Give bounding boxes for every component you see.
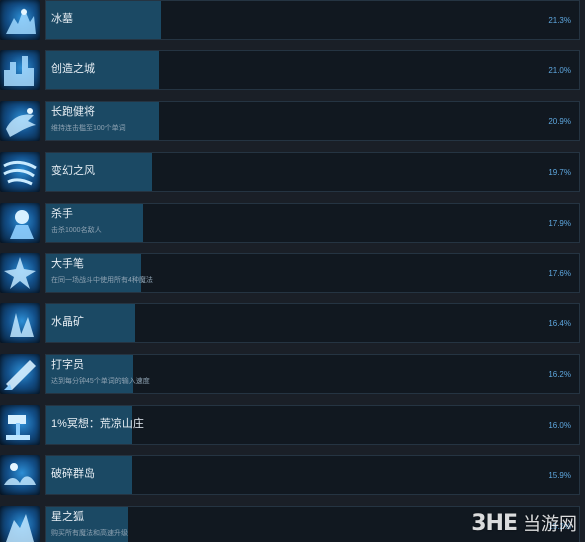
achievement-panel: 变幻之风 19.7%	[45, 152, 580, 192]
achievement-name: 破碎群岛	[51, 468, 95, 480]
ice-tomb-icon	[0, 0, 40, 40]
unlock-percentage: 16.2%	[548, 370, 571, 379]
achievement-row[interactable]: 打字员达到每分钟45个单词的输入速度 16.2%	[0, 354, 585, 404]
watermark-logo: 3HE 当游网	[471, 510, 577, 536]
achievement-row[interactable]: 长跑健将维持连击槛至100个单词 20.9%	[0, 101, 585, 151]
achievement-description: 维持连击槛至100个单词	[51, 125, 126, 132]
achievement-description: 击杀1000名敌人	[51, 227, 102, 234]
killer-icon	[0, 203, 40, 243]
achievement-name: 创造之城	[51, 63, 95, 75]
achievement-row[interactable]: 杀手击杀1000名敌人 17.9%	[0, 203, 585, 253]
watermark-site: 当游网	[523, 514, 577, 534]
star-fox-icon	[0, 506, 40, 542]
achievement-panel: 长跑健将维持连击槛至100个单词 20.9%	[45, 101, 580, 141]
achievement-panel: 杀手击杀1000名敌人 17.9%	[45, 203, 580, 243]
achievement-name: 大手笔	[51, 258, 84, 270]
crystal-mine-icon	[0, 303, 40, 343]
unlock-percentage: 17.6%	[548, 269, 571, 278]
achievement-panel: 创造之城 21.0%	[45, 50, 580, 90]
watermark-brand: 3HE	[471, 510, 518, 536]
achievement-description: 达到每分钟45个单词的输入速度	[51, 378, 150, 385]
achievement-name: 冰墓	[51, 13, 73, 25]
achievement-name: 打字员	[51, 359, 84, 371]
achievement-row[interactable]: 冰墓 21.3%	[0, 0, 585, 50]
achievement-name: 水晶矿	[51, 316, 84, 328]
achievement-row[interactable]: 变幻之风 19.7%	[0, 152, 585, 202]
unlock-percentage: 17.9%	[548, 219, 571, 228]
achievement-row[interactable]: 大手笔在同一场战斗中使用所有4种魔法 17.6%	[0, 253, 585, 303]
achievement-panel: 水晶矿 16.4%	[45, 303, 580, 343]
achievement-description: 购买所有魔法和高速升级	[51, 530, 128, 537]
achievement-name: 杀手	[51, 208, 73, 220]
unlock-percentage: 20.9%	[548, 117, 571, 126]
typist-icon	[0, 354, 40, 394]
achievement-panel: 打字员达到每分钟45个单词的输入速度 16.2%	[45, 354, 580, 394]
unlock-percentage: 16.0%	[548, 421, 571, 430]
unlock-percentage: 21.3%	[548, 16, 571, 25]
achievement-panel: 1%冥想：荒凉山庄 16.0%	[45, 405, 580, 445]
achievement-panel: 冰墓 21.3%	[45, 0, 580, 40]
achievement-name: 变幻之风	[51, 165, 95, 177]
achievement-name: 1%冥想：荒凉山庄	[51, 418, 144, 430]
unlock-percentage: 16.4%	[548, 319, 571, 328]
achievement-row[interactable]: 水晶矿 16.4%	[0, 303, 585, 353]
achievement-description: 在同一场战斗中使用所有4种魔法	[51, 277, 153, 284]
unlock-percentage: 19.7%	[548, 168, 571, 177]
runner-icon	[0, 101, 40, 141]
achievement-name: 星之狐	[51, 511, 84, 523]
hammer-icon	[0, 405, 40, 445]
islands-icon	[0, 455, 40, 495]
achievement-panel: 大手笔在同一场战斗中使用所有4种魔法 17.6%	[45, 253, 580, 293]
city-icon	[0, 50, 40, 90]
wind-icon	[0, 152, 40, 192]
achievement-name: 长跑健将	[51, 106, 95, 118]
magic-icon	[0, 253, 40, 293]
achievement-row[interactable]: 破碎群岛 15.9%	[0, 455, 585, 505]
achievement-row[interactable]: 1%冥想：荒凉山庄 16.0%	[0, 405, 585, 455]
achievement-row[interactable]: 创造之城 21.0%	[0, 50, 585, 100]
achievement-list: 冰墓 21.3% 创造之城 21.0% 长跑健将维持连击槛至100个单词 20.9% 变幻之…	[0, 0, 585, 542]
achievement-panel: 破碎群岛 15.9%	[45, 455, 580, 495]
unlock-percentage: 15.9%	[548, 471, 571, 480]
unlock-percentage: 21.0%	[548, 66, 571, 75]
